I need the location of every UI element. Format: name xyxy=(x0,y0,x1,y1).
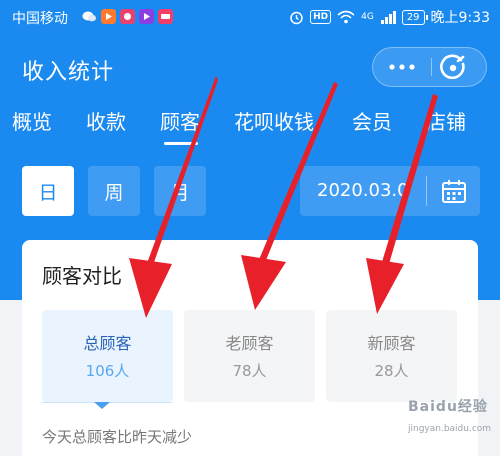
tab-payments[interactable]: 收款 xyxy=(86,106,126,135)
tab-overview[interactable]: 概览 xyxy=(12,106,52,135)
tab-bar: 概览 收款 顾客 花呗收钱 会员 店铺 xyxy=(0,98,500,148)
video-app-icon xyxy=(101,9,116,24)
battery-indicator: 29 xyxy=(401,9,428,25)
date-divider xyxy=(426,176,427,206)
stat-label: 新顾客 xyxy=(367,334,416,353)
tab-huabei[interactable]: 花呗收钱 xyxy=(234,106,314,135)
hd-badge: HD xyxy=(310,10,332,24)
calendar-icon[interactable] xyxy=(441,178,467,204)
active-stat-pointer xyxy=(94,402,110,409)
stat-new-customers[interactable]: 新顾客 28人 xyxy=(326,310,457,402)
info-icon[interactable]: i xyxy=(148,264,166,282)
tab-store[interactable]: 店铺 xyxy=(426,106,466,135)
status-time: 晚上9:33 xyxy=(430,10,490,26)
active-tab-indicator xyxy=(164,142,198,145)
alarm-icon xyxy=(290,11,303,24)
month-filter-button[interactable]: 月 xyxy=(154,166,206,216)
week-filter-button[interactable]: 周 xyxy=(88,166,140,216)
notification-icons xyxy=(82,9,173,24)
capsule-divider xyxy=(431,58,432,76)
tab-members[interactable]: 会员 xyxy=(352,106,392,135)
day-filter-button[interactable]: 日 xyxy=(22,166,74,216)
status-indicators: HD 4G 29 晚上9:33 xyxy=(289,7,490,27)
signal-icon xyxy=(380,11,396,24)
stat-returning-customers[interactable]: 老顾客 78人 xyxy=(184,310,315,402)
watermark-url: jingyan.baidu.com xyxy=(408,424,492,434)
more-button[interactable] xyxy=(373,48,431,86)
network-type: 4G xyxy=(361,12,374,22)
wifi-icon xyxy=(337,10,355,24)
watermark-title: Baidu经验 xyxy=(408,399,488,415)
close-circle-icon xyxy=(440,54,465,80)
shop-app-icon xyxy=(158,9,173,24)
date-picker[interactable]: 2020.03.0 xyxy=(300,166,480,216)
baidu-watermark: Baidu经验 jingyan.baidu.com xyxy=(408,396,494,444)
page-title: 收入统计 xyxy=(22,60,115,85)
carrier-name: 中国移动 xyxy=(12,11,68,27)
stat-total-customers[interactable]: 总顾客 106人 xyxy=(42,310,173,402)
status-bar: 中国移动 HD 4G 29 晚上9:33 xyxy=(0,0,500,34)
stat-label: 总顾客 xyxy=(83,334,132,353)
stat-value: 28人 xyxy=(374,362,409,380)
stat-value: 78人 xyxy=(232,362,267,380)
wechat-icon xyxy=(82,11,96,22)
tab-customers[interactable]: 顾客 xyxy=(160,106,200,135)
mini-program-capsule xyxy=(372,47,487,87)
stat-label: 老顾客 xyxy=(225,334,274,353)
comparison-summary: 今天总顾客比昨天减少 xyxy=(42,428,193,446)
close-button[interactable] xyxy=(439,54,467,82)
music-app-icon xyxy=(120,9,135,24)
selected-date: 2020.03.0 xyxy=(317,180,409,201)
more-dots-icon xyxy=(389,64,415,70)
stat-value: 106人 xyxy=(85,362,130,380)
player-app-icon xyxy=(139,9,154,24)
card-title: 顾客对比 xyxy=(42,264,122,288)
